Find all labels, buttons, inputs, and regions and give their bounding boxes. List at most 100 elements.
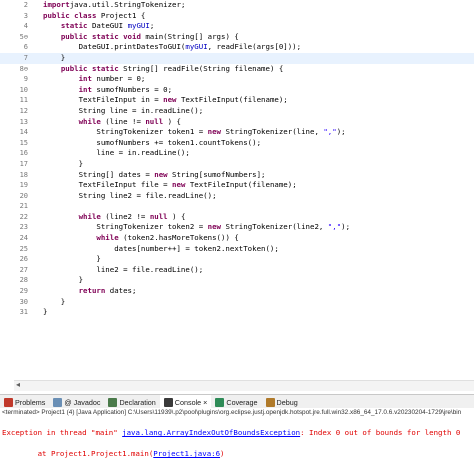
code-text: TextFileInput file = new TextFileInput(f… — [43, 180, 297, 191]
code-text: static DateGUI myGUI; — [43, 21, 154, 32]
code-line[interactable]: 11 TextFileInput in = new TextFileInput(… — [0, 95, 474, 106]
code-line[interactable]: 2 importjava.util.StringTokenizer; — [0, 0, 474, 11]
horizontal-scrollbar[interactable]: ◂ — [14, 380, 474, 391]
console-status: <terminated> Project1 (4) [Java Applicat… — [0, 408, 474, 418]
code-text: } — [43, 254, 100, 265]
code-line[interactable]: 6 DateGUI.printDatesToGUI(myGUI, readFil… — [0, 42, 474, 53]
code-line[interactable]: 21 — [0, 201, 474, 212]
code-text: while (token2.hasMoreTokens()) { — [43, 233, 238, 244]
stack-trace-link[interactable]: Project1.java:6 — [153, 449, 220, 458]
code-token: String line = in.readLine(); — [43, 105, 204, 115]
code-line[interactable]: 26 } — [0, 254, 474, 265]
code-token: TextFileInput(filename); — [185, 180, 297, 190]
code-text: line = in.readLine(); — [43, 148, 189, 159]
console-line: at Project1.Project1.main(Project1.java:… — [2, 449, 225, 459]
line-number: 19 — [19, 181, 28, 190]
code-line[interactable]: 15 sumofNumbers += token1.countTokens(); — [0, 138, 474, 149]
code-line[interactable]: 10 int sumofNumbers = 0; — [0, 85, 474, 96]
code-text: while (line != null ) { — [43, 117, 181, 128]
console-output: Exception in thread "main" java.lang.Arr… — [0, 418, 474, 470]
code-token: DateGUI — [87, 21, 128, 31]
code-line[interactable]: 3 public class Project1 { — [0, 11, 474, 22]
code-line[interactable]: 25 dates[number++] = token2.nextToken(); — [0, 244, 474, 255]
tab-declaration[interactable]: Declaration — [104, 395, 159, 409]
debug-icon — [265, 397, 275, 407]
code-line[interactable]: 7 } — [0, 52, 474, 64]
code-editor[interactable]: 2 importjava.util.StringTokenizer; 3 public… — [0, 0, 474, 380]
line-number: 6 — [23, 43, 28, 52]
code-text: dates[number++] = token2.nextToken(); — [43, 244, 279, 255]
code-line[interactable]: 8⊖ public static String[] readFile(Strin… — [0, 64, 474, 75]
code-token: dates; — [105, 286, 137, 296]
keyword-token: null — [149, 211, 168, 221]
code-line[interactable]: 13 while (line != null ) { — [0, 117, 474, 128]
code-line[interactable]: 28 } — [0, 275, 474, 286]
keyword-token: while — [96, 233, 119, 243]
tab-coverage[interactable]: Coverage — [211, 395, 261, 409]
keyword-token: new — [172, 180, 186, 190]
code-token: ) { — [163, 116, 181, 126]
code-line[interactable]: 29 return dates; — [0, 286, 474, 297]
code-line[interactable]: 14 StringTokenizer token1 = new StringTo… — [0, 127, 474, 138]
code-token: java.util.StringTokenizer; — [69, 0, 186, 9]
line-number: 25 — [19, 244, 28, 253]
keyword-token: public static void — [60, 31, 141, 41]
field-token: myGUI — [127, 21, 150, 31]
line-number: 28 — [19, 276, 28, 285]
code-line[interactable]: 20 String line2 = file.readLine(); — [0, 191, 474, 202]
code-line[interactable]: 17 } — [0, 159, 474, 170]
line-number: 26 — [19, 255, 28, 264]
code-line[interactable]: 4 static DateGUI myGUI; — [0, 21, 474, 32]
tab-problems[interactable]: Problems — [0, 395, 49, 409]
line-number: 16 — [19, 149, 28, 158]
code-token: String[] readFile(String filename) { — [118, 63, 284, 73]
keyword-token: new — [163, 95, 177, 105]
code-text: StringTokenizer token2 = new StringToken… — [43, 222, 350, 233]
code-line[interactable]: 23 StringTokenizer token2 = new StringTo… — [0, 222, 474, 233]
code-line[interactable]: 30 } — [0, 297, 474, 308]
code-text: int sumofNumbers = 0; — [43, 85, 172, 96]
keyword-token: int — [78, 74, 92, 84]
tab-javadoc[interactable]: @ Javadoc — [49, 395, 104, 409]
code-token: StringTokenizer token2 = — [43, 222, 208, 232]
code-line[interactable]: 18 String[] dates = new String[sumofNumb… — [0, 170, 474, 181]
line-number: 7 — [23, 53, 28, 62]
declaration-icon — [108, 397, 118, 407]
code-token: Project1 { — [96, 10, 146, 20]
string-token: "," — [327, 222, 342, 232]
tab-debug[interactable]: Debug — [262, 395, 302, 409]
code-token: } — [43, 52, 66, 62]
code-text: String line2 = file.readLine(); — [43, 191, 217, 202]
line-number: 21 — [19, 202, 28, 211]
code-line[interactable]: 19 TextFileInput file = new TextFileInpu… — [0, 180, 474, 191]
code-line[interactable]: 5⊖ public static void main(String[] args… — [0, 32, 474, 43]
code-token: line2 = file.readLine(); — [43, 264, 204, 274]
tab-label: Console × — [174, 397, 208, 407]
exception-link[interactable]: java.lang.ArrayIndexOutOfBoundsException — [122, 428, 300, 437]
code-line[interactable]: 27 line2 = file.readLine(); — [0, 265, 474, 276]
line-number: 18 — [19, 170, 28, 179]
scroll-left-icon[interactable]: ◂ — [16, 380, 20, 389]
line-number: 29 — [19, 287, 28, 296]
code-line[interactable]: 9 int number = 0; — [0, 74, 474, 85]
code-token: sumofNumbers = 0; — [91, 84, 173, 94]
code-text: TextFileInput in = new TextFileInput(fil… — [43, 95, 288, 106]
code-line[interactable]: 22 while (line2 != null ) { — [0, 212, 474, 223]
keyword-token: new — [154, 169, 168, 179]
string-token: "," — [323, 127, 337, 137]
code-line[interactable]: 31} — [0, 307, 474, 318]
code-token: TextFileInput file = — [43, 180, 173, 190]
code-line[interactable]: 12 String line = in.readLine(); — [0, 106, 474, 117]
code-token: , readFile(args[0])); — [207, 42, 302, 52]
keyword-token: import — [43, 0, 70, 9]
code-line[interactable]: 16 line = in.readLine(); — [0, 148, 474, 159]
line-number: 9 — [23, 75, 28, 84]
line-number: 31 — [19, 308, 28, 317]
field-token: myGUI — [185, 42, 208, 52]
line-number: 4 — [23, 22, 28, 31]
code-line[interactable]: 24 while (token2.hasMoreTokens()) { — [0, 233, 474, 244]
keyword-token: new — [207, 222, 221, 232]
tab-console[interactable]: Console × — [159, 395, 212, 409]
